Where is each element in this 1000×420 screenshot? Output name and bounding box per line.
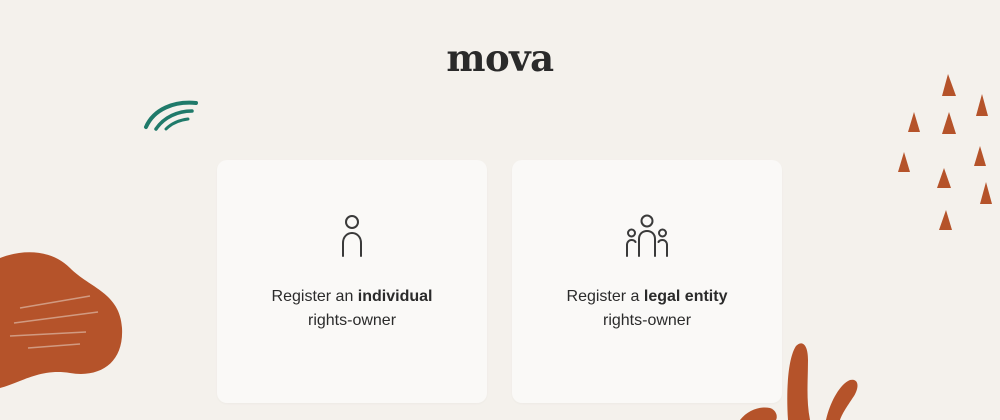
rust-blob-decoration: [0, 252, 123, 388]
rust-triangles-decoration: [898, 74, 992, 230]
label-emphasis: individual: [357, 288, 433, 305]
teal-brush-decoration: [144, 100, 198, 131]
label-suffix: rights-owner: [307, 312, 397, 329]
label-suffix: rights-owner: [602, 312, 692, 329]
register-individual-card[interactable]: Register an individual rights-owner: [217, 160, 487, 403]
person-icon: [340, 214, 364, 263]
brand-logo: mova: [446, 36, 554, 80]
label-emphasis: legal entity: [643, 288, 728, 305]
register-individual-label: Register an individual rights-owner: [217, 285, 487, 333]
label-prefix: Register an: [271, 288, 358, 305]
label-prefix: Register a: [566, 288, 644, 305]
register-legal-entity-card[interactable]: Register a legal entity rights-owner: [512, 160, 782, 403]
group-icon: [625, 214, 669, 263]
register-legal-entity-label: Register a legal entity rights-owner: [512, 285, 782, 333]
